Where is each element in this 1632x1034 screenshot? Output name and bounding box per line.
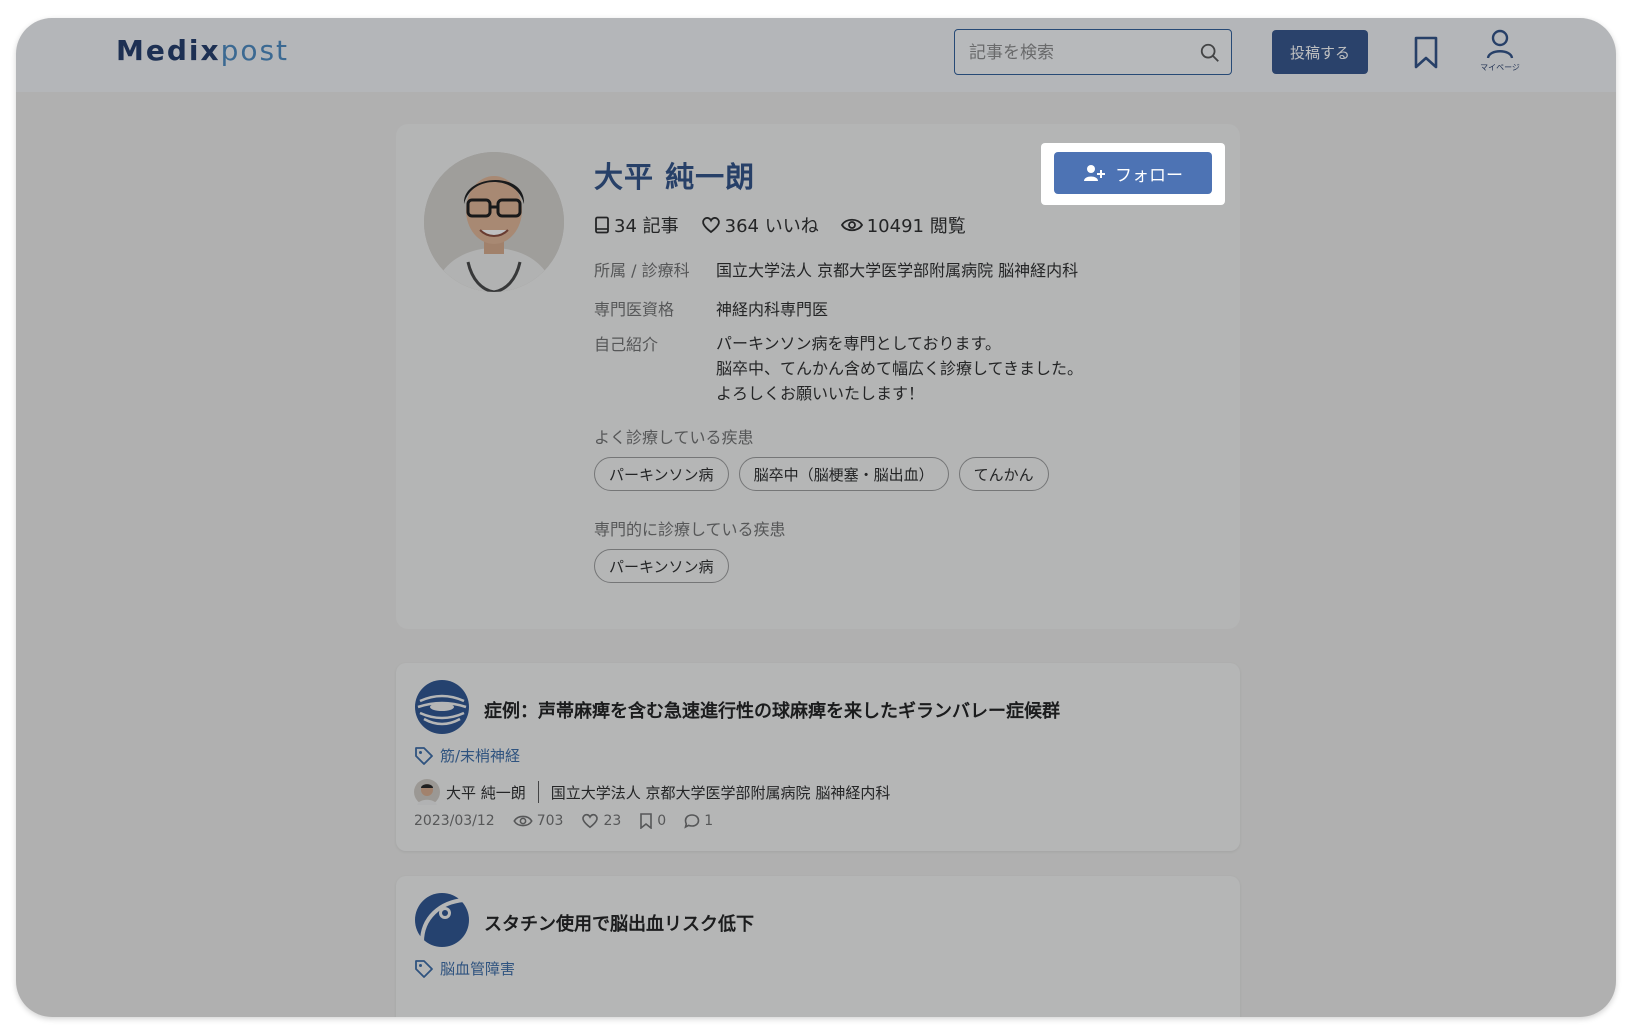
- logo-text-medix: Medix: [116, 34, 221, 67]
- profile-avatar: [424, 152, 564, 292]
- intro-label: 自己紹介: [594, 335, 659, 354]
- article-date: 2023/03/12: [414, 813, 495, 829]
- intro-line: 脳卒中、てんかん含めて幅広く診療してきました。: [716, 359, 1084, 378]
- profile-stats: 34 記事 364 いいね 10491 閲覧: [594, 212, 966, 238]
- stat-likes: 364 いいね: [701, 212, 819, 238]
- logo[interactable]: Medixpost: [116, 34, 289, 67]
- specialist-value: 神経内科専門医: [716, 300, 829, 319]
- disease-chip[interactable]: パーキンソン病: [594, 457, 729, 491]
- common-diseases-chips: パーキンソン病 脳卒中（脳梗塞・脳出血） てんかん: [594, 457, 1049, 491]
- affiliation-row: 所属 / 診療科 国立大学法人 京都大学医学部附属病院 脳神経内科: [594, 257, 1078, 281]
- neuro-category-icon: [415, 680, 469, 734]
- article-views: 703: [513, 813, 564, 829]
- article-views-count: 703: [536, 813, 564, 829]
- specialist-row: 専門医資格 神経内科専門医: [594, 296, 828, 320]
- article-likes[interactable]: 23: [581, 813, 621, 829]
- article-comments[interactable]: 1: [684, 813, 713, 829]
- divider: [537, 781, 539, 803]
- article-bookmarks[interactable]: 0: [639, 813, 666, 829]
- app-frame: Medixpost 投稿する マイページ: [16, 18, 1616, 1017]
- article-comments-count: 1: [704, 813, 714, 829]
- user-plus-icon: [1084, 165, 1105, 181]
- eye-icon: [840, 218, 863, 232]
- top-header: Medixpost 投稿する マイページ: [16, 18, 1616, 92]
- stat-views-text: 10491 閲覧: [866, 216, 966, 237]
- profile-name: 大平 純一朗: [594, 160, 756, 194]
- post-button-label: 投稿する: [1289, 43, 1350, 62]
- author-avatar: [414, 779, 440, 805]
- article-card[interactable]: 症例：声帯麻痺を含む急速進行性の球麻痺を来したギランバレー症候群 筋/末梢神経 …: [396, 663, 1240, 851]
- bookmark-icon: [640, 813, 653, 829]
- intro-text: パーキンソン病を専門としております。 脳卒中、てんかん含めて幅広く診療してきまし…: [716, 331, 1083, 406]
- article-tag[interactable]: 筋/末梢神経: [414, 745, 520, 766]
- follow-button[interactable]: フォロー: [1054, 152, 1212, 194]
- search-box[interactable]: [954, 29, 1232, 76]
- article-tag-label: 脳血管障害: [440, 960, 516, 978]
- disease-chip[interactable]: パーキンソン病: [594, 549, 729, 583]
- article-tag-label: 筋/末梢神経: [440, 747, 521, 765]
- specialty-diseases-heading: 専門的に診療している疾患: [594, 520, 786, 539]
- book-icon: [595, 216, 609, 234]
- author-affiliation: 国立大学法人 京都大学医学部附属病院 脳神経内科: [550, 783, 891, 802]
- comment-icon: [684, 814, 700, 829]
- search-icon[interactable]: [1199, 42, 1221, 64]
- article-card[interactable]: スタチン使用で脳出血リスク低下 脳血管障害: [396, 876, 1240, 1017]
- bookmark-icon[interactable]: [1412, 36, 1440, 70]
- specialty-diseases-chips: パーキンソン病: [594, 549, 729, 583]
- article-tag[interactable]: 脳血管障害: [414, 958, 515, 979]
- article-author[interactable]: 大平 純一朗 国立大学法人 京都大学医学部附属病院 脳神経内科: [414, 779, 890, 805]
- mypage-label: マイページ: [1480, 63, 1520, 72]
- post-button[interactable]: 投稿する: [1272, 30, 1368, 74]
- intro-line: よろしくお願いいたします！: [716, 384, 925, 403]
- tag-icon: [415, 746, 433, 765]
- article-title[interactable]: スタチン使用で脳出血リスク低下: [484, 910, 754, 936]
- logo-text-post: post: [220, 34, 290, 67]
- heart-icon: [582, 813, 599, 829]
- vascular-category-icon: [415, 893, 469, 947]
- user-icon: [1486, 29, 1514, 59]
- eye-icon: [513, 815, 533, 827]
- affiliation-value: 国立大学法人 京都大学医学部附属病院 脳神経内科: [716, 261, 1079, 280]
- stat-articles: 34 記事: [594, 212, 679, 238]
- article-title[interactable]: 症例：声帯麻痺を含む急速進行性の球麻痺を来したギランバレー症候群: [484, 697, 1060, 723]
- specialist-label: 専門医資格: [594, 300, 675, 319]
- stat-articles-text: 34 記事: [614, 216, 679, 237]
- search-input[interactable]: [967, 30, 1191, 76]
- mypage-button[interactable]: マイページ: [1472, 28, 1528, 84]
- disease-chip[interactable]: てんかん: [958, 457, 1049, 491]
- tag-icon: [415, 959, 433, 978]
- disease-chip[interactable]: 脳卒中（脳梗塞・脳出血）: [738, 457, 949, 491]
- stat-likes-text: 364 いいね: [724, 216, 819, 237]
- heart-icon: [701, 217, 720, 234]
- article-likes-count: 23: [603, 813, 622, 829]
- follow-button-label: フォロー: [1115, 165, 1183, 186]
- stat-views: 10491 閲覧: [840, 212, 966, 238]
- common-diseases-heading: よく診療している疾患: [594, 428, 754, 447]
- article-bookmarks-count: 0: [657, 813, 667, 829]
- intro-line: パーキンソン病を専門としております。: [716, 334, 1001, 353]
- intro-row: 自己紹介 パーキンソン病を専門としております。 脳卒中、てんかん含めて幅広く診療…: [594, 331, 1083, 406]
- article-meta: 2023/03/12 703 23 0 1: [414, 813, 713, 829]
- affiliation-label: 所属 / 診療科: [594, 261, 690, 280]
- author-name: 大平 純一朗: [446, 783, 526, 802]
